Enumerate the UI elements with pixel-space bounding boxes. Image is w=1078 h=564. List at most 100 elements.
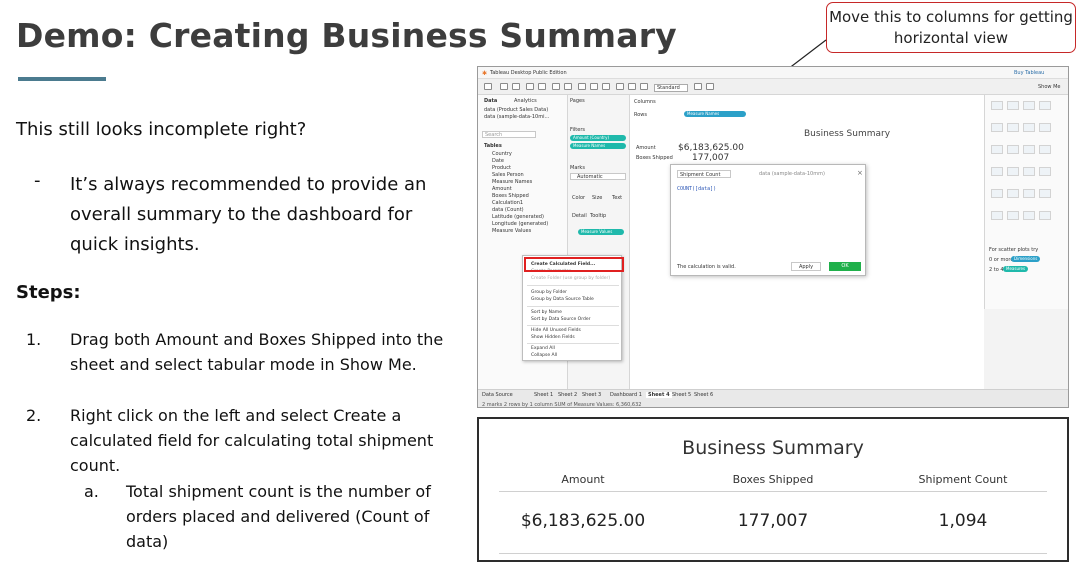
chart-thumb-icon[interactable] — [1023, 145, 1035, 154]
tab-sheet-5[interactable]: Sheet 5 — [672, 392, 691, 398]
tab-sheet-2[interactable]: Sheet 2 — [558, 392, 577, 398]
duplicate-icon[interactable] — [564, 83, 572, 90]
chart-thumb-icon[interactable] — [1007, 123, 1019, 132]
buy-tableau-link[interactable]: Buy Tableau — [1014, 70, 1044, 76]
field-item[interactable]: Measure Names — [492, 179, 532, 185]
ok-button[interactable]: OK — [829, 262, 861, 271]
pages-shelf[interactable]: Pages — [570, 98, 585, 104]
field-item[interactable]: Measure Values — [492, 228, 531, 234]
tab-sheet-4[interactable]: Sheet 4 — [646, 392, 672, 398]
mark-detail-button[interactable]: Detail — [572, 213, 587, 219]
menu-sort-by-order[interactable]: Sort by Data Source Order — [531, 317, 590, 322]
chart-thumb-icon[interactable] — [1039, 167, 1051, 176]
tab-dashboard-1[interactable]: Dashboard 1 — [610, 392, 642, 398]
calc-formula[interactable]: COUNT([data]) — [677, 186, 716, 192]
chart-thumb-icon[interactable] — [991, 167, 1003, 176]
tab-data-source[interactable]: Data Source — [482, 392, 513, 398]
chart-thumb-icon[interactable] — [991, 189, 1003, 198]
field-item[interactable]: data (Count) — [492, 207, 524, 213]
chart-thumb-icon[interactable] — [1007, 145, 1019, 154]
toolbar: Standard Show Me — [478, 79, 1068, 95]
field-item[interactable]: Amount — [492, 186, 512, 192]
menu-show-hidden[interactable]: Show Hidden Fields — [531, 335, 575, 340]
chart-icon[interactable] — [694, 83, 702, 90]
redo-icon[interactable] — [512, 83, 520, 90]
chart-thumb-icon[interactable] — [1007, 167, 1019, 176]
chart-thumb-icon[interactable] — [991, 145, 1003, 154]
new-data-source-icon[interactable] — [538, 83, 546, 90]
mark-color-button[interactable]: Color — [572, 195, 585, 201]
chart-thumb-icon[interactable] — [1023, 189, 1035, 198]
fit-icon[interactable] — [640, 83, 648, 90]
chart-thumb-icon[interactable] — [1007, 189, 1019, 198]
sort-icon[interactable] — [590, 83, 598, 90]
chart-thumb-icon[interactable] — [991, 123, 1003, 132]
field-item[interactable]: Calculation1 — [492, 200, 523, 206]
chart-thumb-icon[interactable] — [1007, 211, 1019, 220]
rows-measure-names-pill[interactable]: Measure Names — [684, 111, 746, 117]
chart-thumb-icon[interactable] — [991, 211, 1003, 220]
apply-button[interactable]: Apply — [791, 262, 821, 271]
labels-icon[interactable] — [628, 83, 636, 90]
fit-dropdown[interactable]: Standard — [654, 84, 688, 92]
menu-group-by-folder[interactable]: Group by Folder — [531, 290, 567, 295]
measure-values-pill[interactable]: Measure Values — [578, 229, 624, 235]
group-icon[interactable] — [616, 83, 624, 90]
menu-separator — [527, 285, 619, 286]
field-item[interactable]: Longitude (generated) — [492, 221, 548, 227]
menu-create-folder[interactable]: Create Folder (use group by folder) — [531, 276, 610, 281]
save-icon[interactable] — [526, 83, 534, 90]
chart-thumb-icon[interactable] — [1039, 211, 1051, 220]
field-item[interactable]: Date — [492, 158, 504, 164]
tableau-home-icon[interactable] — [484, 83, 492, 90]
swap-icon[interactable] — [578, 83, 586, 90]
chart-thumb-icon[interactable] — [1023, 101, 1035, 110]
mark-type-dropdown[interactable]: Automatic — [570, 173, 626, 180]
field-search-input[interactable]: Search — [482, 131, 536, 138]
filter-pill[interactable]: Amount (Country) — [570, 135, 626, 141]
tableau-titlebar: ✱ Tableau Desktop Public Edition Buy Tab… — [478, 67, 1068, 79]
mark-size-button[interactable]: Size — [592, 195, 602, 201]
field-item[interactable]: Country — [492, 151, 512, 157]
tab-sheet-1[interactable]: Sheet 1 — [534, 392, 553, 398]
highlight-icon[interactable] — [602, 83, 610, 90]
menu-expand-all[interactable]: Expand All — [531, 346, 555, 351]
source-2[interactable]: data (sample-data-10mi... — [484, 114, 549, 120]
summary-divider — [499, 553, 1047, 554]
menu-sort-by-name[interactable]: Sort by Name — [531, 310, 562, 315]
summary-title: Business Summary — [682, 437, 864, 459]
filters-shelf[interactable]: Filters — [570, 127, 585, 133]
mark-tooltip-button[interactable]: Tooltip — [590, 213, 606, 219]
show-me-toggle[interactable]: Show Me — [1038, 84, 1060, 90]
menu-collapse-all[interactable]: Collapse All — [531, 353, 557, 358]
field-item[interactable]: Latitude (generated) — [492, 214, 544, 220]
field-item[interactable]: Product — [492, 165, 511, 171]
chart-thumb-icon[interactable] — [1039, 123, 1051, 132]
chart-thumb-icon[interactable] — [1023, 211, 1035, 220]
undo-icon[interactable] — [500, 83, 508, 90]
chart-thumb-icon[interactable] — [1039, 101, 1051, 110]
calc-name-input[interactable]: Shipment Count — [677, 170, 731, 178]
menu-hide-unused[interactable]: Hide All Unused Fields — [531, 328, 581, 333]
chart-thumb-icon[interactable] — [991, 101, 1003, 110]
tab-sheet-3[interactable]: Sheet 3 — [582, 392, 601, 398]
field-item[interactable]: Boxes Shipped — [492, 193, 529, 199]
data-tab[interactable]: Data — [484, 98, 497, 104]
chart-thumb-icon[interactable] — [1023, 167, 1035, 176]
analytics-tab[interactable]: Analytics — [514, 98, 537, 104]
field-item[interactable]: Sales Person — [492, 172, 524, 178]
presentation-icon[interactable] — [706, 83, 714, 90]
chart-thumb-icon[interactable] — [1007, 101, 1019, 110]
close-icon[interactable]: × — [857, 169, 863, 177]
source-1[interactable]: data (Product Sales Data) — [484, 107, 548, 113]
chart-thumb-icon[interactable] — [1023, 123, 1035, 132]
chart-thumb-icon[interactable] — [1039, 145, 1051, 154]
menu-group-by-table[interactable]: Group by Data Source Table — [531, 297, 594, 302]
rows-shelf[interactable]: Rows — [634, 112, 647, 118]
tab-sheet-6[interactable]: Sheet 6 — [694, 392, 713, 398]
mark-text-button[interactable]: Text — [612, 195, 622, 201]
new-sheet-icon[interactable] — [552, 83, 560, 90]
chart-thumb-icon[interactable] — [1039, 189, 1051, 198]
filter-pill[interactable]: Measure Names — [570, 143, 626, 149]
columns-shelf[interactable]: Columns — [634, 99, 656, 105]
